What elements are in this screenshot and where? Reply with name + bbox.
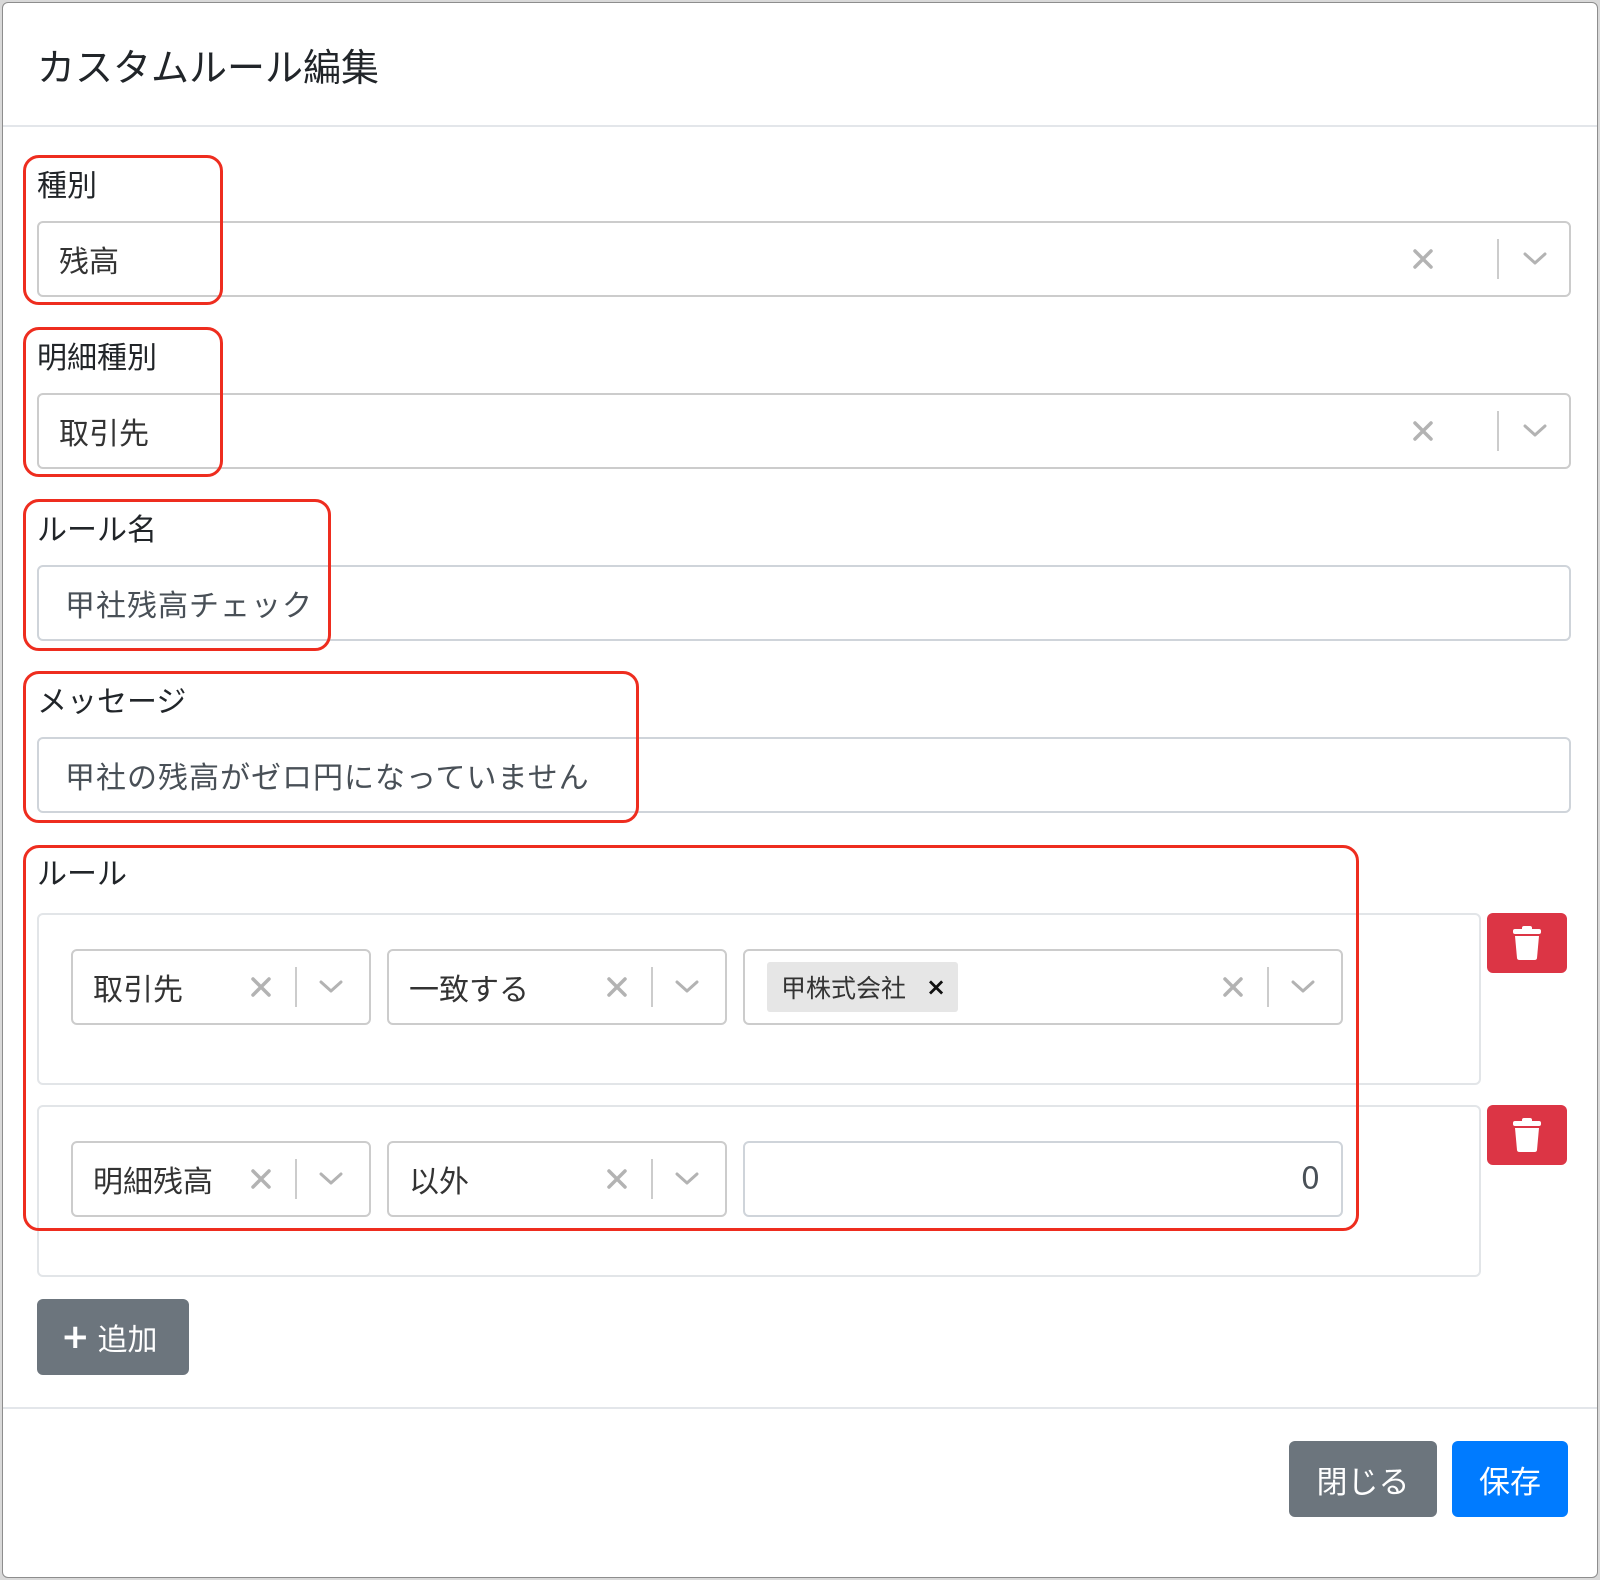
close-icon[interactable]	[1401, 237, 1445, 281]
rule-operator-value: 一致する	[409, 973, 529, 1008]
rule-card: 明細残高 以外 0	[37, 1105, 1481, 1277]
rule-name-value: 甲社残高チェック	[65, 589, 313, 624]
custom-rule-edit-modal: カスタムルール編集 種別 残高 明細種別 取引先 ルール名 甲社残高チェック メ…	[2, 2, 1598, 1578]
chevron-down-icon[interactable]	[309, 965, 353, 1009]
indicator-separator	[1267, 967, 1269, 1007]
chevron-down-icon[interactable]	[665, 1157, 709, 1201]
close-icon[interactable]	[239, 965, 283, 1009]
modal-header: カスタムルール編集	[3, 3, 1597, 127]
remove-chip-icon[interactable]: ×	[926, 973, 946, 1001]
type-select-value: 残高	[59, 245, 119, 280]
chevron-down-icon[interactable]	[1513, 237, 1557, 281]
save-button[interactable]: 保存	[1452, 1441, 1568, 1517]
rule-operator-select[interactable]: 一致する	[387, 949, 727, 1025]
close-icon[interactable]	[595, 1157, 639, 1201]
message-label: メッセージ	[37, 685, 187, 720]
close-icon[interactable]	[1211, 965, 1255, 1009]
type-select[interactable]: 残高	[37, 221, 1571, 297]
detail-type-select-value: 取引先	[59, 417, 149, 452]
indicator-separator	[651, 967, 653, 1007]
indicator-separator	[295, 967, 297, 1007]
rule-operator-value: 以外	[409, 1165, 469, 1200]
detail-type-label: 明細種別	[37, 341, 157, 376]
indicator-separator	[651, 1159, 653, 1199]
rule-operator-select[interactable]: 以外	[387, 1141, 727, 1217]
rules-label: ルール	[37, 857, 127, 892]
chevron-down-icon[interactable]	[1281, 965, 1325, 1009]
value-chip-label: 甲株式会社	[781, 974, 907, 1003]
rule-target-value: 取引先	[93, 973, 183, 1008]
add-rule-button-label: 追加	[97, 1323, 158, 1358]
chevron-down-icon[interactable]	[665, 965, 709, 1009]
trash-icon	[1513, 926, 1541, 960]
rule-value: 0	[1300, 1161, 1321, 1197]
plus-icon: +	[61, 1317, 90, 1357]
chevron-down-icon[interactable]	[309, 1157, 353, 1201]
close-icon[interactable]	[595, 965, 639, 1009]
value-chip: 甲株式会社 ×	[767, 962, 959, 1012]
delete-rule-button[interactable]	[1487, 1105, 1567, 1165]
rule-name-label: ルール名	[37, 513, 157, 548]
detail-type-select[interactable]: 取引先	[37, 393, 1571, 469]
indicator-separator	[1497, 411, 1499, 451]
rule-target-value: 明細残高	[93, 1165, 213, 1200]
type-label: 種別	[37, 169, 97, 204]
message-value: 甲社の残高がゼロ円になっていません	[65, 761, 590, 796]
rule-target-select[interactable]: 明細残高	[71, 1141, 371, 1217]
rule-value-input[interactable]: 0	[743, 1141, 1343, 1217]
close-icon[interactable]	[1401, 409, 1445, 453]
message-input[interactable]: 甲社の残高がゼロ円になっていません	[37, 737, 1571, 813]
trash-icon	[1513, 1118, 1541, 1152]
modal-title: カスタムルール編集	[37, 46, 380, 90]
chevron-down-icon[interactable]	[1513, 409, 1557, 453]
rule-name-input[interactable]: 甲社残高チェック	[37, 565, 1571, 641]
add-rule-button[interactable]: + 追加	[37, 1299, 189, 1375]
rule-card: 取引先 一致する 甲株式会社 ×	[37, 913, 1481, 1085]
indicator-separator	[1497, 239, 1499, 279]
indicator-separator	[295, 1159, 297, 1199]
close-button[interactable]: 閉じる	[1289, 1441, 1437, 1517]
delete-rule-button[interactable]	[1487, 913, 1567, 973]
modal-footer-divider	[3, 1407, 1597, 1409]
rule-value-multiselect[interactable]: 甲株式会社 ×	[743, 949, 1343, 1025]
close-icon[interactable]	[239, 1157, 283, 1201]
rule-target-select[interactable]: 取引先	[71, 949, 371, 1025]
